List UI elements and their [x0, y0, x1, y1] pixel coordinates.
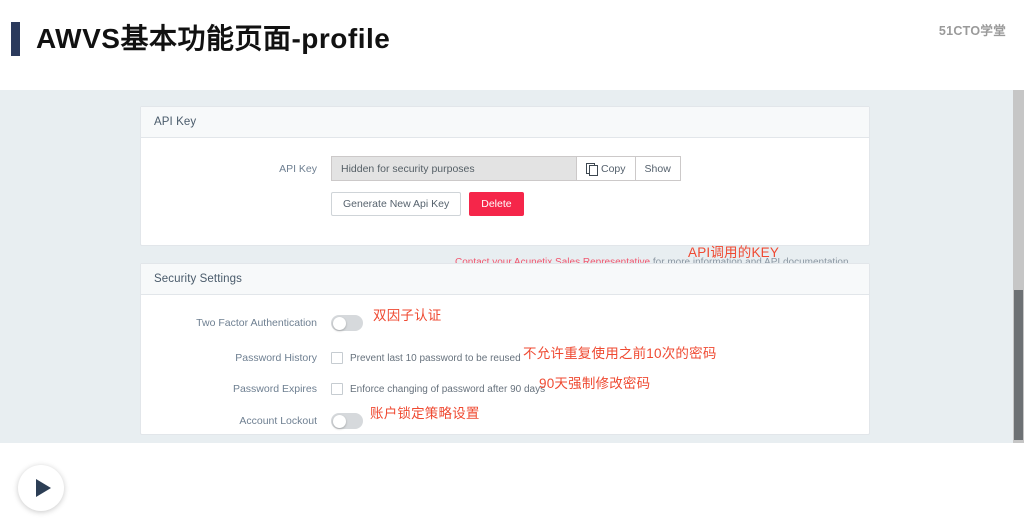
security-settings-panel: Security Settings Two Factor Authenticat… [140, 263, 870, 435]
api-key-panel-title: API Key [154, 116, 197, 128]
title-accent-bar [11, 22, 20, 56]
vertical-scrollbar-track[interactable] [1013, 90, 1024, 443]
copy-icon [586, 162, 598, 176]
copy-button-label: Copy [601, 162, 626, 175]
api-key-panel-header: API Key [141, 107, 869, 138]
generate-new-api-key-button[interactable]: Generate New Api Key [331, 192, 462, 216]
slide-header: AWVS基本功能页面-profile 51CTO学堂 [0, 0, 1024, 90]
security-settings-panel-header: Security Settings [141, 264, 869, 295]
password-expires-checkbox[interactable] [331, 383, 343, 395]
password-expires-label: Password Expires [232, 383, 317, 395]
slide-root: AWVS基本功能页面-profile 51CTO学堂 API Key API K… [0, 0, 1024, 529]
annotation-api-key: API调用的KEY [688, 245, 780, 260]
api-key-input-group: Hidden for security purposes Copy Show [331, 156, 681, 181]
api-key-input[interactable]: Hidden for security purposes [331, 156, 576, 181]
annotation-password-history: 不允许重复使用之前10次的密码 [523, 346, 717, 361]
brand-logo: 51CTO学堂 [938, 24, 1006, 38]
page-title: AWVS基本功能页面-profile [36, 23, 391, 54]
copy-button[interactable]: Copy [576, 156, 635, 181]
screenshot-viewport: API Key API Key Hidden for security purp… [0, 90, 1024, 443]
row-account-lockout: Account Lockout [141, 413, 363, 429]
account-lockout-label: Account Lockout [239, 415, 317, 427]
vertical-scrollbar-thumb[interactable] [1014, 290, 1023, 440]
two-factor-authentication-label: Two Factor Authentication [196, 317, 317, 329]
row-two-factor-authentication: Two Factor Authentication [141, 315, 363, 331]
play-button[interactable] [18, 465, 64, 511]
toggle-knob [332, 316, 346, 330]
api-key-row: API Key Hidden for security purposes Cop… [141, 156, 681, 181]
password-history-checkbox[interactable] [331, 352, 343, 364]
play-icon [35, 479, 51, 497]
api-key-label: API Key [279, 162, 317, 175]
security-settings-panel-title: Security Settings [154, 273, 242, 285]
annotation-account-lockout: 账户锁定策略设置 [370, 406, 480, 421]
play-button-wrapper [18, 465, 64, 511]
password-history-checkbox-label: Prevent last 10 password to be reused [350, 352, 521, 364]
account-lockout-toggle[interactable] [331, 413, 363, 429]
api-key-panel: API Key API Key Hidden for security purp… [140, 106, 870, 268]
api-key-actions-row: Generate New Api Key Delete [331, 192, 524, 216]
row-password-history: Password History Prevent last 10 passwor… [141, 352, 521, 364]
two-factor-authentication-toggle[interactable] [331, 315, 363, 331]
password-history-label: Password History [235, 352, 317, 364]
show-button[interactable]: Show [634, 156, 681, 181]
password-expires-checkbox-label: Enforce changing of password after 90 da… [350, 383, 546, 395]
toggle-knob [332, 414, 346, 428]
annotation-two-factor: 双因子认证 [373, 308, 442, 323]
annotation-password-expires: 90天强制修改密码 [539, 376, 651, 391]
show-button-label: Show [644, 162, 671, 175]
row-password-expires: Password Expires Enforce changing of pas… [141, 383, 545, 395]
delete-api-key-button[interactable]: Delete [469, 192, 524, 216]
